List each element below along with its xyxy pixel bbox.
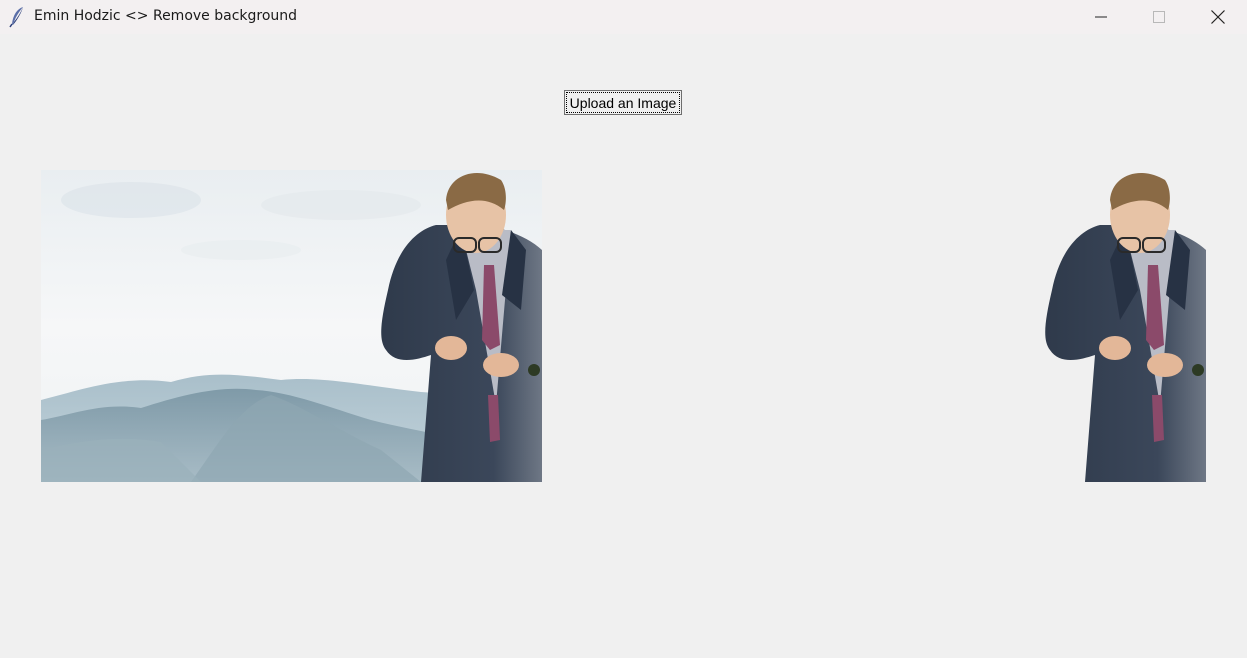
maximize-button[interactable]: [1130, 0, 1188, 34]
close-icon: [1211, 10, 1225, 24]
minimize-button[interactable]: [1072, 0, 1130, 34]
app-window: Emin Hodzic <> Remove background Upload …: [0, 0, 1247, 658]
main-content: Upload an Image: [0, 34, 1247, 658]
maximize-icon: [1153, 11, 1165, 23]
close-button[interactable]: [1189, 0, 1247, 34]
title-bar[interactable]: Emin Hodzic <> Remove background: [0, 0, 1247, 34]
feather-icon: [9, 6, 27, 28]
original-photo: [41, 170, 542, 482]
background-removed-photo: [1040, 170, 1207, 482]
minimize-icon: [1095, 11, 1107, 23]
window-title: Emin Hodzic <> Remove background: [34, 8, 298, 24]
upload-image-button[interactable]: Upload an Image: [564, 90, 682, 115]
